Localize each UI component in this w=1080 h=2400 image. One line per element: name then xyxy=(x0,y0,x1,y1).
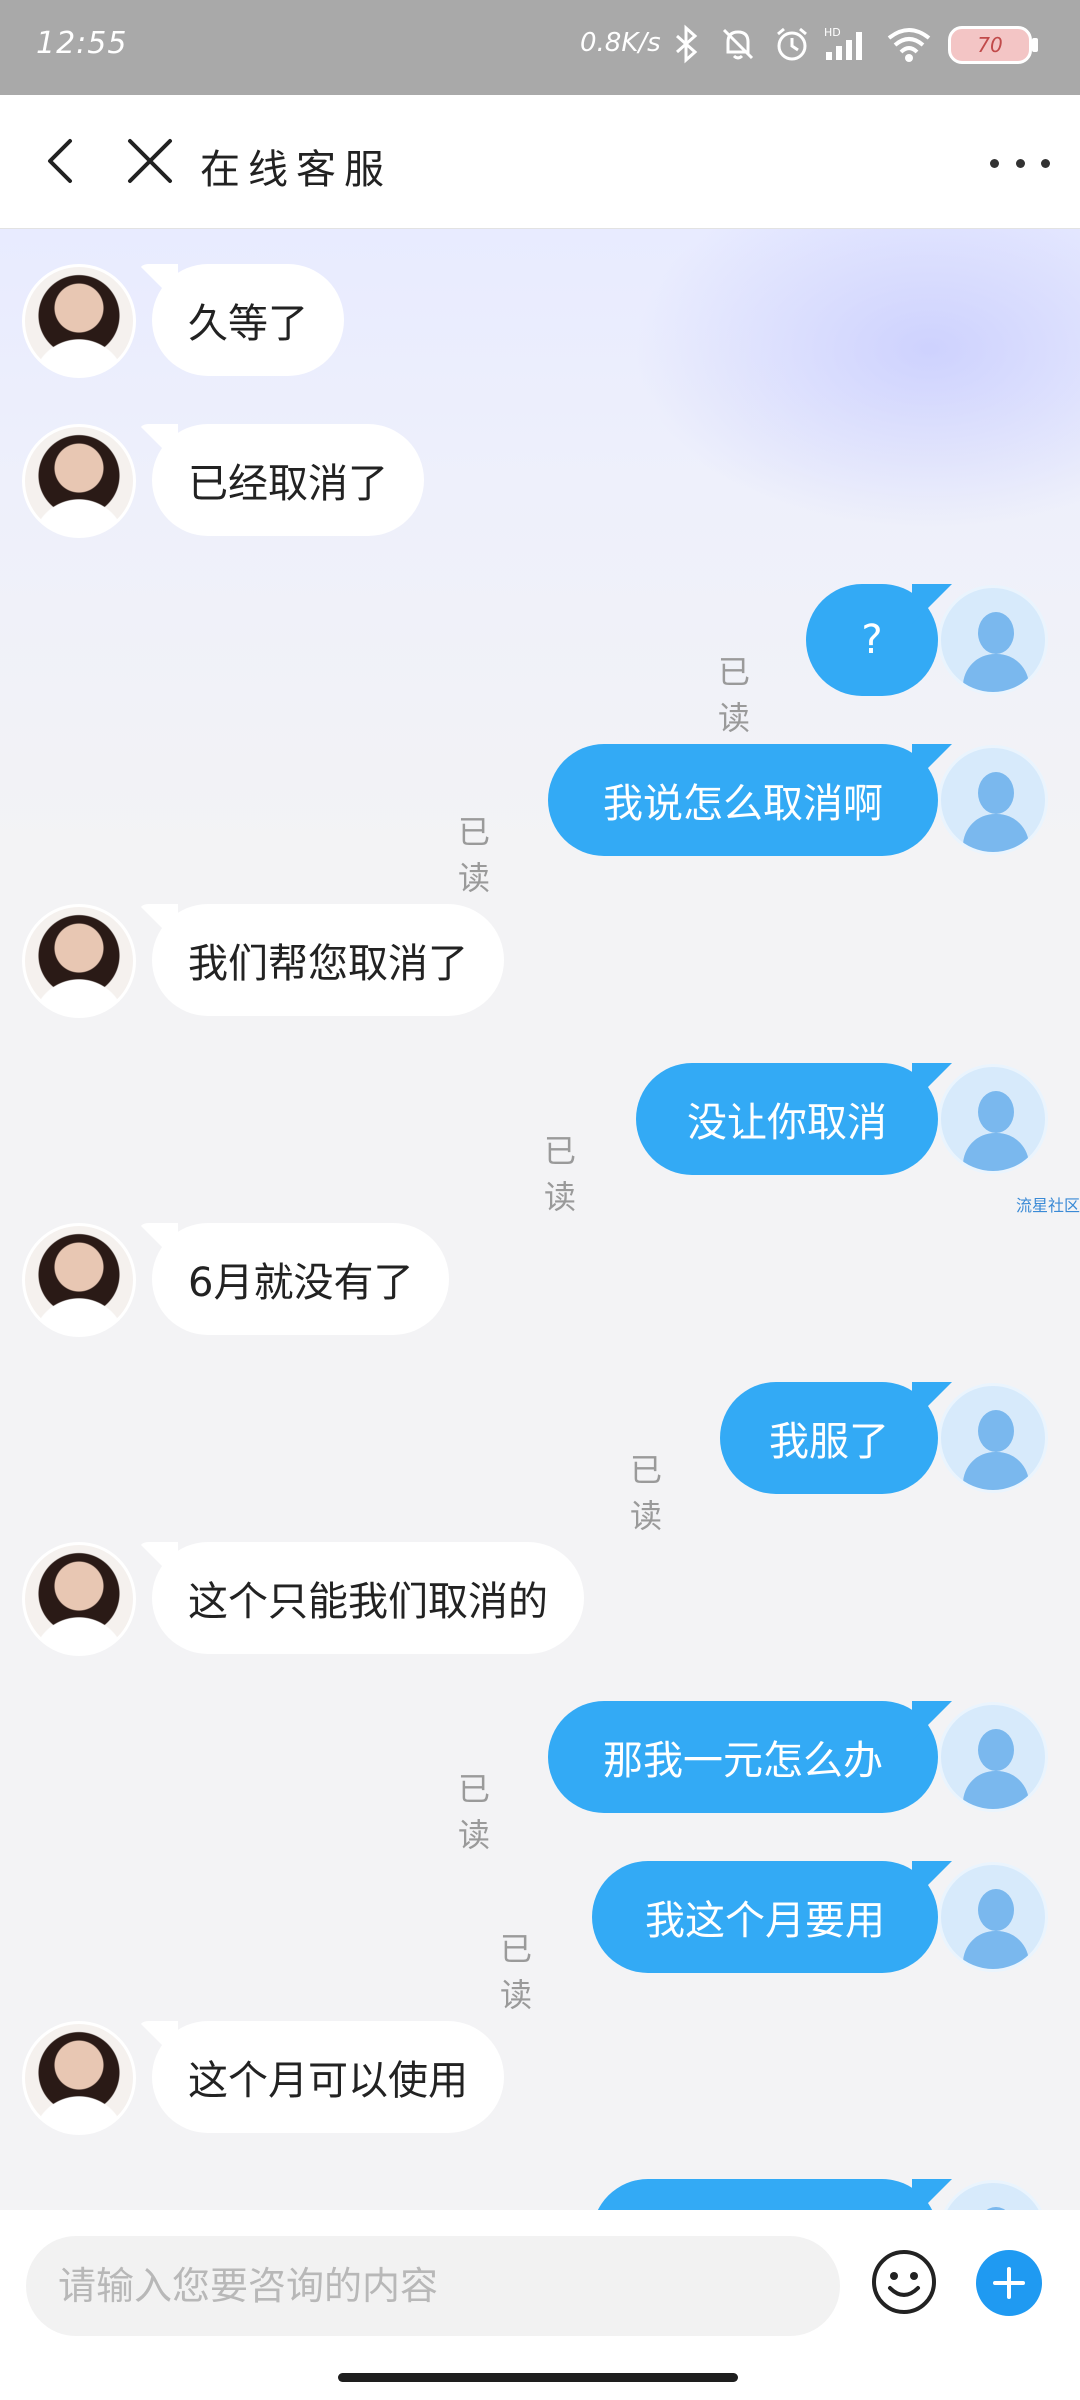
read-status: 已读 xyxy=(458,813,491,897)
agent-avatar[interactable] xyxy=(22,424,136,538)
chat-message-list[interactable]: 久等了 已经取消了 已读 ? 已读 我说怎么取消啊 我们帮您取消了 已读 没让你… xyxy=(0,229,1080,2210)
plus-icon[interactable] xyxy=(976,2250,1042,2316)
agent-message-bubble[interactable]: 已经取消了 xyxy=(152,424,424,536)
user-avatar[interactable] xyxy=(938,1862,1048,1972)
user-avatar[interactable] xyxy=(938,745,1048,855)
agent-avatar[interactable] xyxy=(22,1223,136,1337)
user-message-bubble[interactable]: 我这个月要用 xyxy=(592,1861,938,1973)
agent-message-bubble[interactable]: 久等了 xyxy=(152,264,344,376)
svg-text:HD: HD xyxy=(824,26,841,39)
user-avatar[interactable] xyxy=(938,585,1048,695)
user-message-bubble[interactable]: 没让你取消 xyxy=(636,1063,938,1175)
user-message-bubble[interactable] xyxy=(592,2179,938,2210)
agent-message-bubble[interactable]: 这个月可以使用 xyxy=(152,2021,504,2133)
close-x-icon[interactable] xyxy=(120,131,180,191)
back-arrow-icon[interactable] xyxy=(36,133,92,189)
bluetooth-icon xyxy=(668,22,704,66)
network-speed: 0.8K/s xyxy=(580,28,661,58)
user-avatar[interactable] xyxy=(938,1383,1048,1493)
battery-icon: 70 xyxy=(948,26,1038,64)
user-message-bubble[interactable]: 那我一元怎么办 xyxy=(548,1701,938,1813)
hd-signal-icon: HD xyxy=(822,22,872,66)
agent-avatar[interactable] xyxy=(22,904,136,1018)
alarm-icon xyxy=(770,22,814,66)
read-status: 已读 xyxy=(718,653,751,737)
page-title: 在线客服 xyxy=(200,147,392,193)
user-avatar[interactable] xyxy=(938,1702,1048,1812)
user-message-bubble[interactable]: ? xyxy=(806,584,938,696)
agent-avatar[interactable] xyxy=(22,1542,136,1656)
user-message-bubble[interactable]: 我服了 xyxy=(720,1382,938,1494)
watermark: 流星社区 xyxy=(1016,1196,1080,1215)
agent-avatar[interactable] xyxy=(22,264,136,378)
agent-message-bubble[interactable]: 这个只能我们取消的 xyxy=(152,1542,584,1654)
user-avatar[interactable] xyxy=(938,2180,1048,2210)
read-status: 已读 xyxy=(458,1770,491,1854)
mute-bell-icon xyxy=(716,22,760,66)
home-indicator[interactable] xyxy=(338,2373,738,2382)
status-bar: 12:55 0.8K/s HD 70 xyxy=(0,0,1080,95)
read-status: 已读 xyxy=(500,1930,533,2014)
chat-header: 在线客服 xyxy=(0,95,1080,229)
agent-message-bubble[interactable]: 6月就没有了 xyxy=(152,1223,450,1335)
input-bar xyxy=(0,2210,1080,2400)
user-avatar[interactable] xyxy=(938,1064,1048,1174)
message-input[interactable] xyxy=(26,2236,840,2336)
read-status: 已读 xyxy=(544,1132,577,1216)
wifi-icon xyxy=(884,22,934,66)
agent-avatar[interactable] xyxy=(22,2021,136,2135)
agent-message-bubble[interactable]: 我们帮您取消了 xyxy=(152,904,504,1016)
status-time: 12:55 xyxy=(36,26,128,61)
user-message-bubble[interactable]: 我说怎么取消啊 xyxy=(548,744,938,856)
emoji-icon[interactable] xyxy=(870,2248,938,2316)
more-dots-icon[interactable] xyxy=(990,151,1050,175)
read-status: 已读 xyxy=(630,1451,663,1535)
battery-level: 70 xyxy=(977,33,1003,57)
